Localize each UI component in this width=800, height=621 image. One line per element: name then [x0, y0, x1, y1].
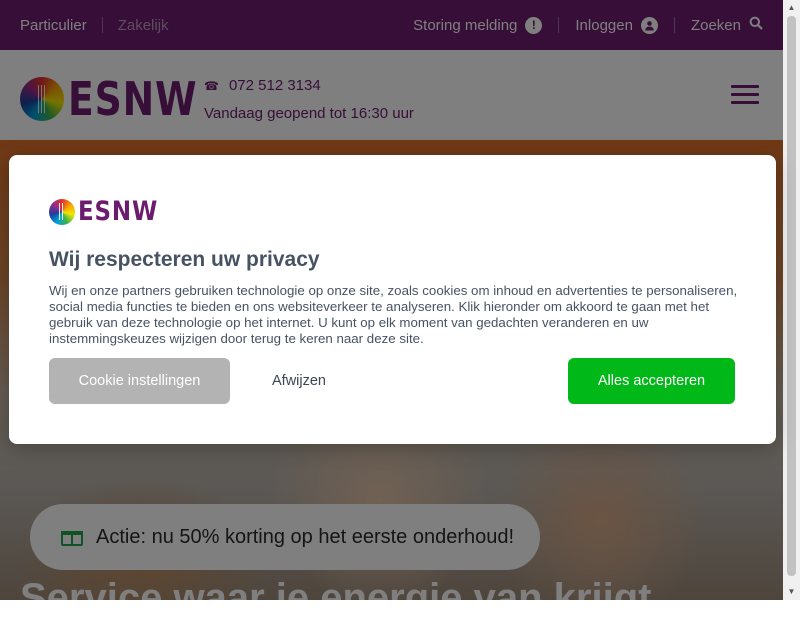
cookie-consent-dialog: ESNW Wij respecteren uw privacy Wij en o…	[9, 155, 776, 444]
scroll-up-icon[interactable]: ▲	[783, 0, 800, 16]
dialog-logo-text: ESNW	[78, 196, 159, 227]
consent-title: Wij respecteren uw privacy	[49, 248, 320, 271]
scrollbar-thumb[interactable]	[787, 16, 796, 576]
page-scrollbar[interactable]: ▲ ▼	[783, 0, 800, 600]
reject-button[interactable]: Afwijzen	[230, 358, 368, 404]
scroll-down-icon[interactable]: ▼	[783, 584, 800, 600]
dialog-logo: ESNW	[49, 196, 172, 227]
cookie-settings-button[interactable]: Cookie instellingen	[49, 358, 230, 404]
accept-all-button[interactable]: Alles accepteren	[568, 358, 735, 404]
logo-mark-icon	[49, 198, 75, 225]
consent-body: Wij en onze partners gebruiken technolog…	[49, 283, 738, 346]
